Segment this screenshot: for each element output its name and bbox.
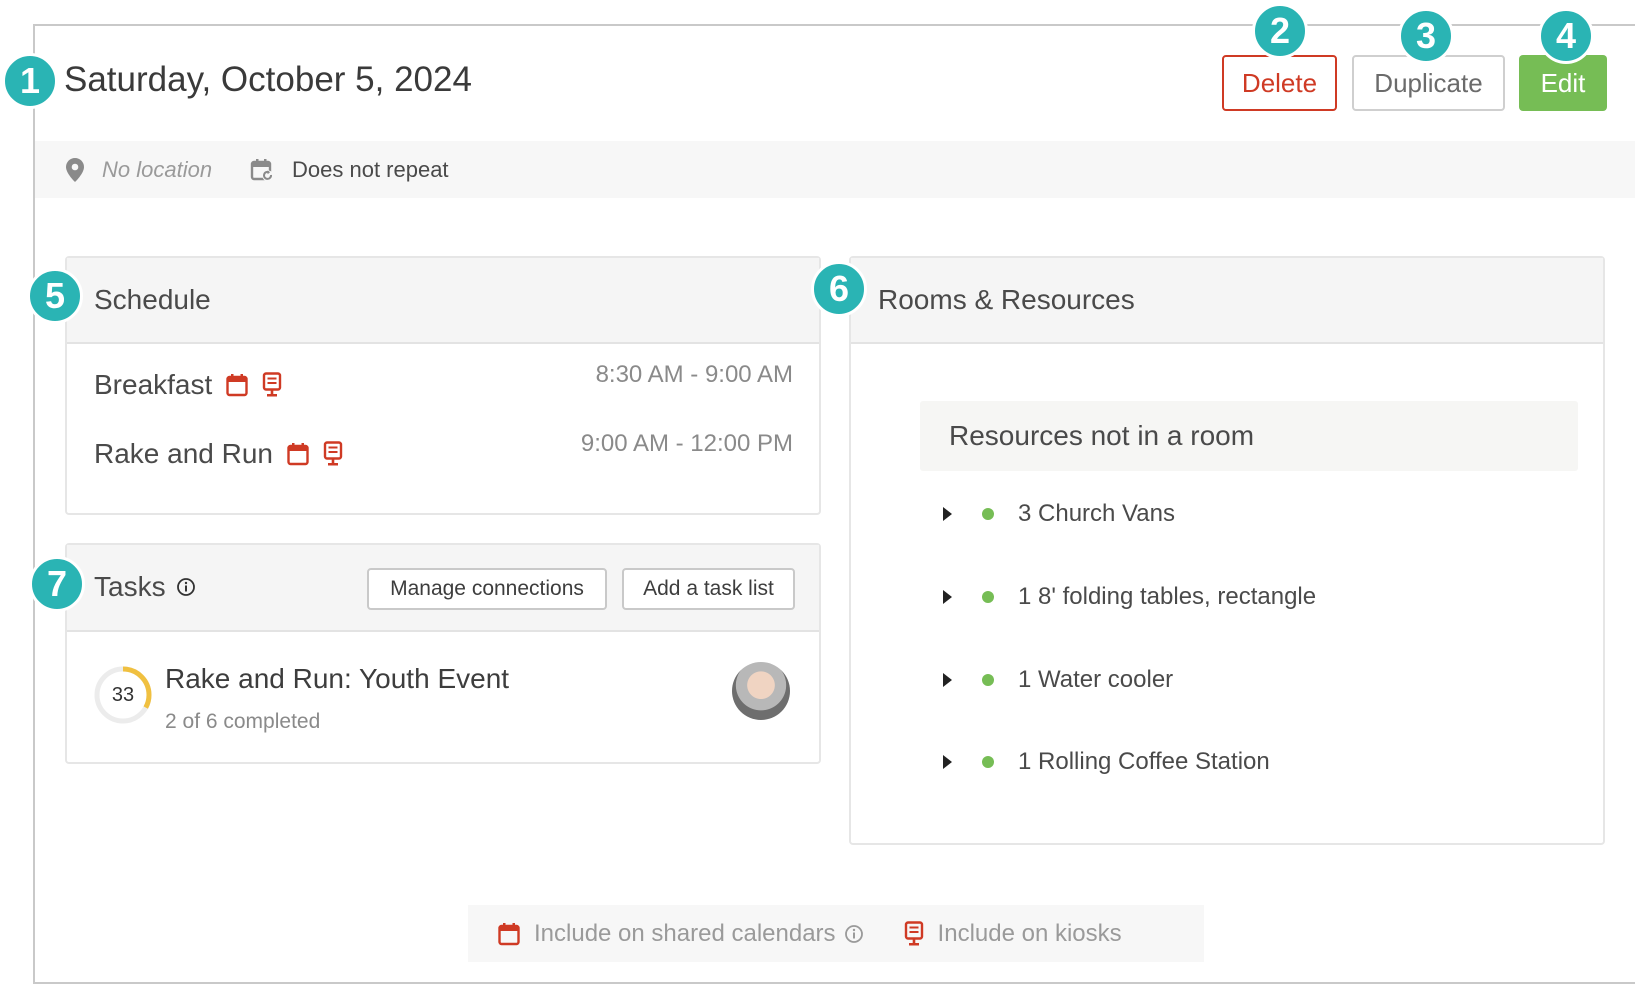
info-icon[interactable] xyxy=(844,924,864,944)
status-dot xyxy=(982,591,994,603)
rooms-resources-card: Rooms & Resources Resources not in a roo… xyxy=(849,256,1605,845)
schedule-item-name: Rake and Run xyxy=(94,438,274,469)
calendar-repeat-icon xyxy=(250,158,274,181)
caret-right-icon[interactable] xyxy=(943,755,952,769)
legend-bar: Include on shared calendars Include on k… xyxy=(468,905,1204,962)
resource-item-label: 1 8' folding tables, rectangle xyxy=(1018,583,1317,610)
tasks-title: Tasks xyxy=(94,571,166,602)
task-list-title[interactable]: Rake and Run: Youth Event xyxy=(165,663,509,695)
rooms-title: Rooms & Resources xyxy=(878,284,1135,315)
delete-button[interactable]: Delete xyxy=(1222,55,1337,111)
calendar-icon xyxy=(226,374,248,397)
location-text: No location xyxy=(102,156,213,182)
caret-right-icon[interactable] xyxy=(943,673,952,687)
caret-right-icon[interactable] xyxy=(943,507,952,521)
kiosk-icon xyxy=(263,372,282,397)
legend-calendars-label: Include on shared calendars xyxy=(534,919,836,947)
schedule-item-time: 8:30 AM - 9:00 AM xyxy=(595,361,793,388)
tasks-card: Tasks Manage connections Add a task list… xyxy=(65,543,821,764)
callout-badge-4: 4 xyxy=(1538,8,1594,64)
status-dot xyxy=(982,508,994,520)
schedule-item-name-wrap: Rake and Run xyxy=(94,438,343,470)
schedule-card: Schedule Breakfast 8:30 AM - 9:00 AM Rak… xyxy=(65,256,821,515)
status-dot xyxy=(982,674,994,686)
manage-connections-button[interactable]: Manage connections xyxy=(367,568,607,610)
schedule-header: Schedule xyxy=(67,258,819,344)
resource-item[interactable]: 3 Church Vans xyxy=(943,494,1175,534)
callout-badge-2: 2 xyxy=(1252,3,1308,59)
schedule-item-name-wrap: Breakfast xyxy=(94,369,282,401)
callout-badge-6: 6 xyxy=(811,261,867,317)
callout-badge-7: 7 xyxy=(29,556,85,612)
map-pin-icon xyxy=(66,157,84,182)
resource-item-label: 1 Rolling Coffee Station xyxy=(1018,748,1270,775)
avatar[interactable] xyxy=(732,662,790,720)
rooms-header: Rooms & Resources xyxy=(851,258,1603,344)
schedule-title: Schedule xyxy=(94,284,211,315)
callout-badge-1: 1 xyxy=(2,53,58,109)
schedule-item[interactable]: Rake and Run 9:00 AM - 12:00 PM xyxy=(94,430,793,478)
resource-item[interactable]: 1 8' folding tables, rectangle xyxy=(943,577,1316,617)
resource-item-label: 3 Church Vans xyxy=(1018,500,1175,527)
page-title: Saturday, October 5, 2024 xyxy=(64,60,472,99)
tasks-title-wrap: Tasks xyxy=(94,545,196,629)
task-progress-value: 33 xyxy=(111,683,135,706)
calendar-icon xyxy=(287,443,309,466)
kiosk-icon xyxy=(904,920,923,945)
location-info: No location xyxy=(66,141,212,198)
tasks-header: Tasks Manage connections Add a task list xyxy=(67,545,819,632)
caret-right-icon[interactable] xyxy=(943,590,952,604)
schedule-item-name: Breakfast xyxy=(94,369,213,400)
resource-item-label: 1 Water cooler xyxy=(1018,666,1174,693)
resource-item[interactable]: 1 Water cooler xyxy=(943,660,1173,700)
schedule-item-time: 9:00 AM - 12:00 PM xyxy=(580,430,793,457)
resources-group-header: Resources not in a room xyxy=(920,401,1578,471)
calendar-icon xyxy=(498,922,520,945)
kiosk-icon xyxy=(323,441,343,466)
task-list-progress-text: 2 of 6 completed xyxy=(165,710,321,733)
schedule-item[interactable]: Breakfast 8:30 AM - 9:00 AM xyxy=(94,361,793,409)
repeat-info: Does not repeat xyxy=(250,141,449,198)
status-dot xyxy=(982,756,994,768)
resource-item[interactable]: 1 Rolling Coffee Station xyxy=(943,742,1270,782)
repeat-text: Does not repeat xyxy=(292,156,449,182)
callout-badge-5: 5 xyxy=(27,268,83,324)
add-task-list-button[interactable]: Add a task list xyxy=(622,568,795,610)
event-meta-bar: No location Does not repeat xyxy=(35,141,1635,198)
info-icon[interactable] xyxy=(176,577,196,597)
callout-badge-3: 3 xyxy=(1398,8,1454,64)
legend-kiosks-label: Include on kiosks xyxy=(937,919,1122,947)
